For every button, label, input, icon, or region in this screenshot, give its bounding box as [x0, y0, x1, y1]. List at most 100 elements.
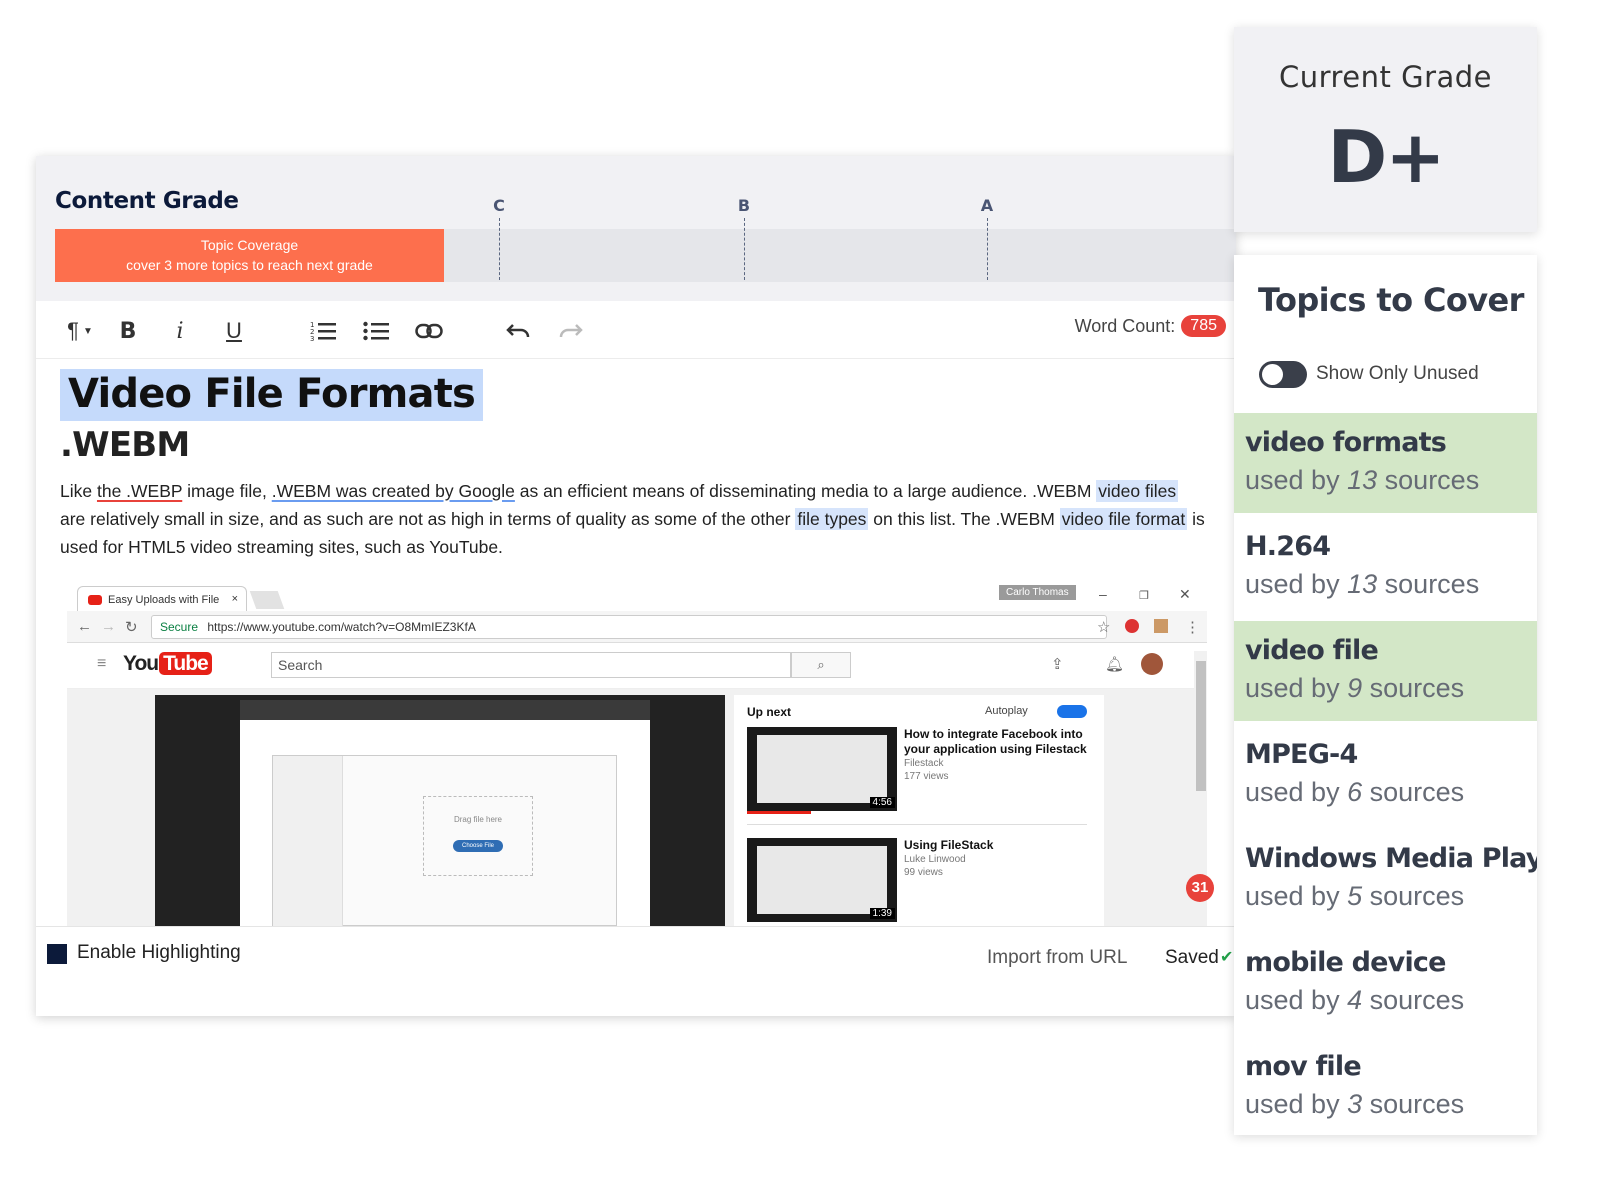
file-picker-sidebar	[273, 756, 343, 926]
italic-button[interactable]: i	[164, 315, 196, 347]
youtube-favicon-icon	[88, 595, 102, 605]
topic-source-count: 3	[1347, 1089, 1363, 1119]
topic-item[interactable]: mov file used by 3 sources	[1234, 1037, 1537, 1135]
link-button[interactable]	[413, 315, 445, 347]
close-icon: ✕	[1179, 586, 1191, 602]
topic-usage-prefix: used by	[1245, 569, 1340, 599]
topic-item[interactable]: video formats used by 13 sources	[1234, 413, 1537, 513]
topic-usage-prefix: used by	[1245, 1089, 1340, 1119]
show-only-unused-toggle[interactable]	[1259, 361, 1307, 388]
import-from-url-button[interactable]: Import from URL	[987, 947, 1127, 969]
ordered-list-icon: 1 2 3	[310, 321, 336, 342]
new-tab-icon	[249, 591, 285, 609]
document-paragraph[interactable]: Like the .WEBP image file, .WEBM was cre…	[60, 477, 1205, 561]
document-heading-2[interactable]: .WEBM	[60, 425, 1210, 465]
topic-highlight-file-types[interactable]: file types	[795, 508, 869, 530]
secure-label: Secure	[160, 620, 199, 634]
check-icon: ✔	[1220, 949, 1234, 966]
enable-highlighting-label[interactable]: Enable Highlighting	[77, 942, 241, 964]
topic-usage-suffix: sources	[1369, 777, 1465, 807]
video-info: How to integrate Facebook into your appl…	[904, 727, 1089, 783]
topic-name: H.264	[1245, 531, 1331, 562]
drag-text: Drag file here	[453, 815, 503, 824]
topic-source-count: 5	[1347, 881, 1363, 911]
topic-item[interactable]: video file used by 9 sources	[1234, 621, 1537, 721]
show-only-unused-label[interactable]: Show Only Unused	[1316, 363, 1479, 385]
paragraph-style-button[interactable]: ¶ ▼	[58, 315, 102, 347]
topic-usage: used by 9 sources	[1245, 673, 1537, 704]
topic-usage: used by 13 sources	[1245, 569, 1537, 600]
bell-icon: 🔔︎	[1105, 656, 1125, 673]
text-span: Like	[60, 481, 97, 501]
undo-button[interactable]	[502, 315, 534, 347]
up-next-label: Up next	[747, 705, 792, 719]
topic-usage-suffix: sources	[1369, 673, 1465, 703]
topic-item[interactable]: MPEG-4 used by 6 sources	[1234, 725, 1537, 825]
redo-button[interactable]	[555, 315, 587, 347]
video-duration: 4:56	[869, 797, 895, 808]
editor-card: Content Grade Topic Coverage cover 3 mor…	[36, 156, 1236, 1016]
search-icon: ⌕	[791, 652, 851, 678]
topic-usage: used by 3 sources	[1245, 1089, 1537, 1120]
youtube-body: Drag file here Choose File Up next Autop…	[67, 689, 1197, 926]
thumbnail-content	[757, 735, 887, 803]
document-heading-1[interactable]: Video File Formats	[60, 369, 484, 421]
topic-item[interactable]: mobile device used by 4 sources	[1234, 933, 1537, 1033]
youtube-logo: You Tube	[123, 652, 212, 676]
topic-usage-prefix: used by	[1245, 673, 1340, 703]
upload-icon: ⇪	[1051, 656, 1064, 673]
caret-down-icon: ▼	[82, 325, 93, 337]
topic-usage-prefix: used by	[1245, 985, 1340, 1015]
bold-button[interactable]: B	[112, 315, 144, 347]
underline-icon: U	[226, 318, 242, 343]
restore-icon: ❐	[1139, 590, 1149, 602]
grammar-highlight[interactable]: .WEBM was created by Google	[272, 481, 515, 501]
topic-highlight-video-files[interactable]: video files	[1096, 480, 1179, 502]
text-span: image file,	[182, 481, 272, 501]
video-thumbnail: 4:56	[747, 727, 897, 811]
back-icon: ←	[77, 618, 92, 635]
browser-tab-title: Easy Uploads with File	[108, 594, 220, 606]
notification-badge: 31	[1186, 874, 1214, 902]
adblock-icon	[1125, 619, 1139, 633]
italic-icon: i	[176, 318, 184, 344]
ordered-list-button[interactable]: 1 2 3	[307, 315, 339, 347]
bullet-list-button[interactable]	[360, 315, 392, 347]
grade-mark-b: B	[737, 196, 751, 215]
grade-line-b	[744, 218, 745, 280]
enable-highlighting-checkbox[interactable]	[47, 944, 67, 964]
word-count-label: Word Count:	[1074, 315, 1176, 336]
url-text: https://www.youtube.com/watch?v=O8MmIEZ3…	[207, 620, 476, 634]
saved-status: Saved	[1165, 947, 1219, 968]
topic-usage: used by 4 sources	[1245, 985, 1537, 1016]
user-chip: Carlo Thomas	[999, 585, 1076, 600]
youtube-logo-tube: Tube	[159, 652, 212, 675]
topic-name: video formats	[1245, 427, 1447, 458]
text-span: are relatively small in size, and as suc…	[60, 509, 796, 529]
minimize-icon: –	[1099, 586, 1107, 602]
video-duration: 1:39	[869, 908, 895, 919]
link-icon	[415, 323, 443, 339]
topic-item[interactable]: Windows Media Player used by 5 sources	[1234, 829, 1537, 929]
grade-mark-c: C	[493, 196, 505, 215]
browser-tab: Easy Uploads with File ×	[77, 586, 247, 612]
video-views: 177 views	[904, 771, 949, 782]
topic-usage: used by 6 sources	[1245, 777, 1537, 808]
redo-icon	[559, 324, 583, 338]
topic-usage-suffix: sources	[1369, 985, 1465, 1015]
topic-item[interactable]: H.264 used by 13 sources	[1234, 517, 1537, 617]
text-span: on this list. The .WEBM	[868, 509, 1060, 529]
topic-name: mobile device	[1245, 947, 1446, 978]
topic-source-count: 13	[1347, 569, 1378, 599]
underline-button[interactable]: U	[218, 315, 250, 347]
avatar	[1141, 653, 1163, 675]
grade-line-a	[987, 218, 988, 280]
spellcheck-highlight[interactable]: the .WEBP	[97, 481, 182, 501]
topic-source-count: 4	[1347, 985, 1363, 1015]
topic-highlight-video-file-format[interactable]: video file format	[1059, 508, 1188, 530]
document-body[interactable]: Video File Formats .WEBM Like the .WEBP …	[60, 369, 1210, 561]
current-grade-label: Current Grade	[1278, 60, 1493, 94]
topic-usage-prefix: used by	[1245, 465, 1340, 495]
menu-dots-icon: ⋮	[1185, 619, 1200, 636]
editor-toolbar: ¶ ▼ B i U 1 2 3 Word Count: 785	[36, 301, 1236, 359]
